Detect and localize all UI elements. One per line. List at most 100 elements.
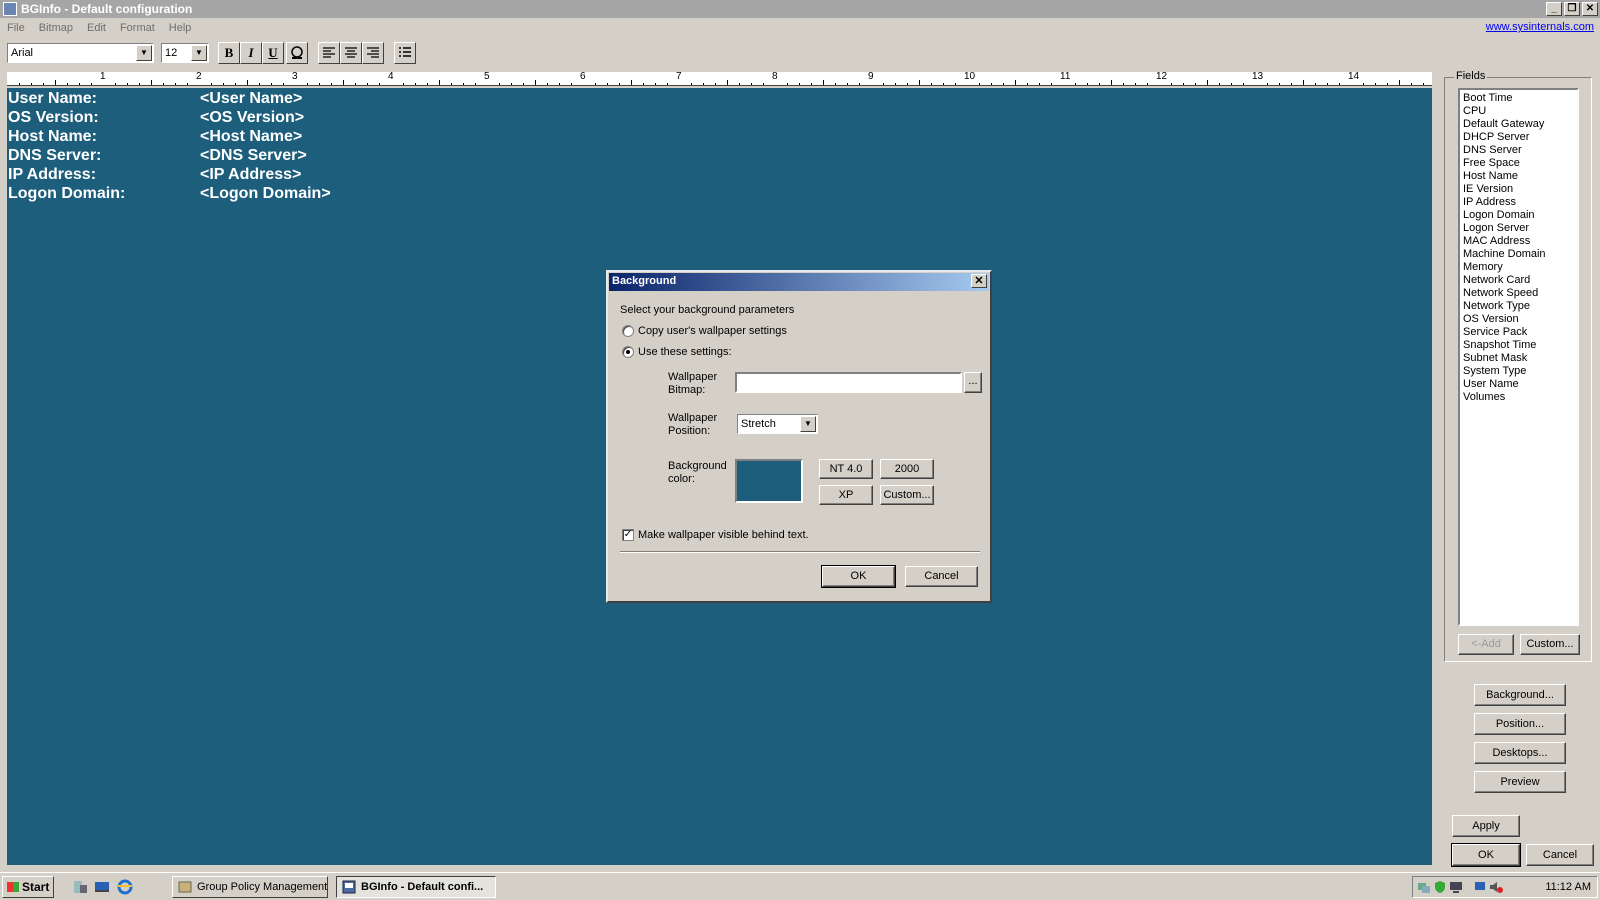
menu-format[interactable]: Format (113, 22, 162, 34)
chevron-down-icon[interactable]: ▼ (136, 45, 152, 61)
fields-list[interactable]: Boot Time CPU Default Gateway DHCP Server DN… (1458, 88, 1579, 626)
align-left-button[interactable] (318, 42, 340, 64)
field-item[interactable]: Machine Domain (1463, 248, 1574, 261)
copy-wallpaper-label[interactable]: Copy user's wallpaper settings (638, 325, 787, 337)
field-item[interactable]: Default Gateway (1463, 118, 1574, 131)
dialog-ok-button[interactable]: OK (821, 565, 896, 588)
italic-button[interactable]: I (240, 42, 262, 64)
ok-button[interactable]: OK (1451, 843, 1521, 867)
menu-bitmap[interactable]: Bitmap (32, 22, 80, 34)
add-field-button[interactable]: <-Add (1458, 634, 1514, 655)
2000-color-button[interactable]: 2000 (880, 459, 934, 479)
menu-help[interactable]: Help (162, 22, 199, 34)
menu-edit[interactable]: Edit (80, 22, 113, 34)
field-item[interactable]: Network Card (1463, 274, 1574, 287)
field-item[interactable]: Host Name (1463, 170, 1574, 183)
ruler-tick (943, 83, 944, 85)
ruler-tick (259, 83, 260, 85)
field-item[interactable]: Logon Domain (1463, 209, 1574, 222)
internet-explorer-icon[interactable] (117, 879, 133, 895)
align-center-button[interactable] (340, 42, 362, 64)
field-item[interactable]: OS Version (1463, 313, 1574, 326)
task-group-policy[interactable]: Group Policy Management (172, 876, 328, 898)
apply-button[interactable]: Apply (1452, 815, 1520, 837)
sysinternals-link[interactable]: www.sysinternals.com (1486, 21, 1594, 33)
show-desktop-icon[interactable] (94, 879, 110, 895)
wallpaper-position-select[interactable]: Stretch ▼ (737, 414, 818, 434)
wallpaper-bitmap-input[interactable] (735, 372, 962, 393)
field-item[interactable]: Snapshot Time (1463, 339, 1574, 352)
network-icon[interactable] (1417, 880, 1431, 894)
restore-button[interactable]: ❐ (1564, 2, 1580, 16)
minimize-button[interactable]: _ (1546, 2, 1562, 16)
ruler-tick (547, 83, 548, 85)
field-item[interactable]: User Name (1463, 378, 1574, 391)
field-item[interactable]: Network Speed (1463, 287, 1574, 300)
ruler-label: 3 (292, 72, 298, 82)
monitor-icon[interactable] (1449, 880, 1463, 894)
close-button[interactable]: ✕ (1582, 2, 1598, 16)
preview-button[interactable]: Preview (1474, 771, 1566, 793)
use-settings-label[interactable]: Use these settings: (638, 346, 732, 358)
desktops-button[interactable]: Desktops... (1474, 742, 1566, 764)
dialog-cancel-button[interactable]: Cancel (905, 566, 978, 587)
field-item[interactable]: MAC Address (1463, 235, 1574, 248)
position-button[interactable]: Position... (1474, 713, 1566, 735)
custom-field-button[interactable]: Custom... (1520, 634, 1580, 655)
align-right-button[interactable] (362, 42, 384, 64)
chevron-down-icon[interactable]: ▼ (191, 45, 207, 61)
menu-bar: File Bitmap Edit Format Help www.sysinte… (0, 18, 1600, 38)
dialog-intro: Select your background parameters (620, 304, 795, 316)
ruler-tick (1387, 83, 1388, 85)
field-item[interactable]: Subnet Mask (1463, 352, 1574, 365)
field-item[interactable]: Free Space (1463, 157, 1574, 170)
menu-file[interactable]: File (0, 22, 32, 34)
chevron-down-icon[interactable]: ▼ (800, 416, 816, 432)
field-item[interactable]: Boot Time (1463, 92, 1574, 105)
use-settings-radio[interactable] (622, 346, 634, 358)
ruler-tick (343, 80, 344, 85)
server-manager-icon[interactable] (72, 879, 88, 895)
browse-bitmap-button[interactable]: ... (964, 372, 982, 393)
underline-button[interactable]: U (262, 42, 284, 64)
field-item[interactable]: DNS Server (1463, 144, 1574, 157)
field-item[interactable]: Volumes (1463, 391, 1574, 404)
info-label: Host Name: (8, 128, 97, 145)
ruler-label: 8 (772, 72, 778, 82)
cancel-button[interactable]: Cancel (1526, 844, 1594, 866)
bold-button[interactable]: B (218, 42, 240, 64)
copy-wallpaper-radio[interactable] (622, 325, 634, 337)
field-item[interactable]: CPU (1463, 105, 1574, 118)
dialog-close-button[interactable]: ✕ (971, 274, 987, 288)
bginfo-app-icon[interactable] (3, 2, 17, 16)
ruler-label: 2 (196, 72, 202, 82)
display-icon[interactable] (1473, 880, 1487, 894)
custom-color-button[interactable]: Custom... (880, 485, 934, 505)
field-item[interactable]: IP Address (1463, 196, 1574, 209)
visible-behind-label[interactable]: Make wallpaper visible behind text. (638, 529, 809, 541)
task-bginfo[interactable]: BGInfo - Default confi... (336, 876, 496, 898)
ruler-tick (1195, 83, 1196, 85)
field-item[interactable]: DHCP Server (1463, 131, 1574, 144)
ruler-tick (271, 83, 272, 85)
field-item[interactable]: Logon Server (1463, 222, 1574, 235)
field-item[interactable]: IE Version (1463, 183, 1574, 196)
start-button[interactable]: Start (2, 876, 54, 898)
ruler[interactable]: 1 2 3 4 5 6 7 8 9 10 11 12 13 14 (7, 72, 1432, 86)
ruler-tick (331, 83, 332, 85)
field-item[interactable]: Network Type (1463, 300, 1574, 313)
bullets-button[interactable] (394, 42, 416, 64)
security-icon[interactable] (1433, 880, 1447, 894)
background-button[interactable]: Background... (1474, 684, 1566, 706)
field-item[interactable]: Service Pack (1463, 326, 1574, 339)
background-color-swatch[interactable] (735, 459, 803, 503)
text-color-button[interactable] (286, 42, 308, 64)
volume-muted-icon[interactable] (1489, 880, 1503, 894)
field-item[interactable]: System Type (1463, 365, 1574, 378)
font-name-combo[interactable]: Arial ▼ (7, 43, 154, 63)
nt40-color-button[interactable]: NT 4.0 (819, 459, 873, 479)
visible-behind-checkbox[interactable]: ✓ (622, 529, 634, 541)
xp-color-button[interactable]: XP (819, 485, 873, 505)
font-size-combo[interactable]: 12 ▼ (161, 43, 209, 63)
field-item[interactable]: Memory (1463, 261, 1574, 274)
